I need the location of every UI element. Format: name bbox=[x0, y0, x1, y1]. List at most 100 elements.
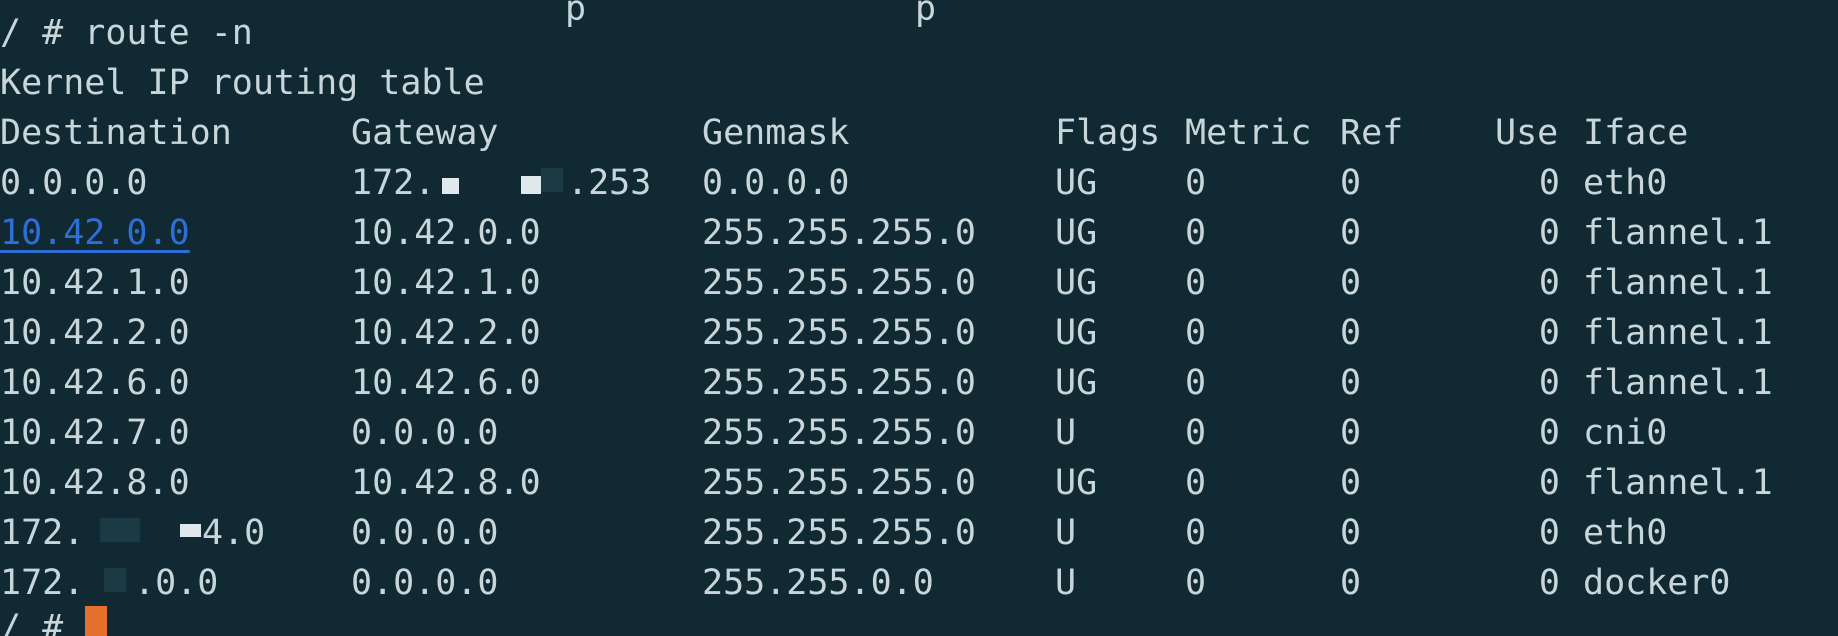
route-genmask: 255.255.255.0 bbox=[702, 513, 976, 553]
redaction-mark bbox=[180, 524, 201, 537]
route-gateway: 0.0.0.0 bbox=[351, 413, 499, 453]
route-genmask: 255.255.255.0 bbox=[702, 313, 976, 353]
route-genmask: 255.255.255.0 bbox=[702, 413, 976, 453]
route-flags: UG bbox=[1055, 213, 1098, 253]
route-gateway: 10.42.6.0 bbox=[351, 363, 541, 403]
route-flags: UG bbox=[1055, 313, 1098, 353]
route-ref: 0 bbox=[1340, 263, 1362, 303]
route-genmask: 255.255.255.0 bbox=[702, 263, 976, 303]
route-genmask: 255.255.255.0 bbox=[702, 213, 976, 253]
route-flags: U bbox=[1055, 563, 1077, 603]
route-gateway-suffix: .253 bbox=[567, 163, 652, 203]
route-gateway: 10.42.0.0 bbox=[351, 213, 541, 253]
route-row: 10.42.8.0 10.42.8.0 255.255.255.0 UG 0 0… bbox=[0, 458, 1773, 508]
route-gateway: 10.42.8.0 bbox=[351, 463, 541, 503]
redaction-mark bbox=[442, 178, 459, 194]
route-row: 10.42.7.0 0.0.0.0 255.255.255.0 U 0 0 0 … bbox=[0, 408, 1667, 458]
route-use: 0 bbox=[1538, 413, 1560, 453]
route-ref: 0 bbox=[1340, 313, 1362, 353]
header-iface: Iface bbox=[1583, 113, 1689, 153]
route-destination: 10.42.2.0 bbox=[0, 313, 190, 353]
route-destination-link[interactable]: 10.42.0.0 bbox=[0, 208, 190, 258]
table-header-row: Destination Gateway Genmask Flags Metric… bbox=[0, 108, 1688, 158]
route-iface: cni0 bbox=[1583, 413, 1668, 453]
route-iface: docker0 bbox=[1583, 563, 1731, 603]
redaction-mark bbox=[521, 176, 541, 194]
header-metric: Metric bbox=[1185, 113, 1312, 153]
route-metric: 0 bbox=[1185, 463, 1207, 503]
route-metric: 0 bbox=[1185, 263, 1207, 303]
route-gateway: 10.42.1.0 bbox=[351, 263, 541, 303]
route-iface: flannel.1 bbox=[1583, 313, 1773, 353]
route-flags: UG bbox=[1055, 263, 1098, 303]
route-use: 0 bbox=[1538, 363, 1560, 403]
route-destination: 10.42.1.0 bbox=[0, 263, 190, 303]
route-flags: U bbox=[1055, 513, 1077, 553]
route-use: 0 bbox=[1538, 163, 1560, 203]
header-gateway: Gateway bbox=[351, 113, 499, 153]
route-genmask: 255.255.255.0 bbox=[702, 363, 976, 403]
route-row: 10.42.2.0 10.42.2.0 255.255.255.0 UG 0 0… bbox=[0, 308, 1773, 358]
route-row: 172. .0.0 0.0.0.0 255.255.0.0 U 0 0 0 do… bbox=[0, 558, 1731, 608]
route-ref: 0 bbox=[1340, 463, 1362, 503]
route-use: 0 bbox=[1538, 563, 1560, 603]
route-metric: 0 bbox=[1185, 513, 1207, 553]
route-gateway: 10.42.2.0 bbox=[351, 313, 541, 353]
route-row: 0.0.0.0 172. .253 0.0.0.0 UG 0 0 0 eth0 bbox=[0, 158, 1667, 208]
route-iface: eth0 bbox=[1583, 513, 1668, 553]
route-metric: 0 bbox=[1185, 363, 1207, 403]
route-metric: 0 bbox=[1185, 313, 1207, 353]
header-flags: Flags bbox=[1055, 113, 1161, 153]
route-iface: flannel.1 bbox=[1583, 363, 1773, 403]
route-use: 0 bbox=[1538, 213, 1560, 253]
route-flags: UG bbox=[1055, 463, 1098, 503]
route-flags: U bbox=[1055, 413, 1077, 453]
route-destination: 10.42.7.0 bbox=[0, 413, 190, 453]
route-iface: eth0 bbox=[1583, 163, 1668, 203]
redaction-mark bbox=[100, 518, 140, 542]
route-destination-suffix: .0.0 bbox=[134, 563, 219, 603]
route-metric: 0 bbox=[1185, 213, 1207, 253]
route-destination-suffix: 4.0 bbox=[202, 513, 266, 553]
command-line: / # route -n bbox=[0, 8, 253, 58]
text-cursor bbox=[85, 606, 107, 636]
route-genmask: 255.255.0.0 bbox=[702, 563, 934, 603]
top-fragment-right: p bbox=[915, 0, 937, 29]
header-genmask: Genmask bbox=[702, 113, 850, 153]
command-text: / # route -n bbox=[0, 13, 253, 53]
route-metric: 0 bbox=[1185, 563, 1207, 603]
route-destination: 0.0.0.0 bbox=[0, 163, 148, 203]
route-ref: 0 bbox=[1340, 363, 1362, 403]
route-iface: flannel.1 bbox=[1583, 463, 1773, 503]
route-gateway: 0.0.0.0 bbox=[351, 563, 499, 603]
route-flags: UG bbox=[1055, 163, 1098, 203]
route-gateway-prefix: 172. bbox=[351, 163, 436, 203]
header-use: Use bbox=[1495, 113, 1559, 153]
redaction-mark bbox=[104, 568, 126, 592]
table-title-line: Kernel IP routing table bbox=[0, 58, 485, 108]
prompt-line: / # bbox=[0, 603, 84, 636]
route-row: 172. 4.0 0.0.0.0 255.255.255.0 U 0 0 0 e… bbox=[0, 508, 1667, 558]
route-ref: 0 bbox=[1340, 413, 1362, 453]
header-ref: Ref bbox=[1340, 113, 1404, 153]
terminal-window[interactable]: p p / # route -n Kernel IP routing table… bbox=[0, 0, 1838, 636]
route-use: 0 bbox=[1538, 513, 1560, 553]
route-destination-prefix: 172. bbox=[0, 513, 85, 553]
route-destination: 10.42.8.0 bbox=[0, 463, 190, 503]
route-ref: 0 bbox=[1340, 163, 1362, 203]
route-row: 10.42.1.0 10.42.1.0 255.255.255.0 UG 0 0… bbox=[0, 258, 1773, 308]
top-fragment-left: p bbox=[565, 0, 587, 29]
route-iface: flannel.1 bbox=[1583, 213, 1773, 253]
shell-prompt: / # bbox=[0, 608, 64, 636]
route-gateway: 0.0.0.0 bbox=[351, 513, 499, 553]
route-use: 0 bbox=[1538, 313, 1560, 353]
header-destination: Destination bbox=[0, 113, 232, 153]
table-title: Kernel IP routing table bbox=[0, 63, 485, 103]
route-ref: 0 bbox=[1340, 563, 1362, 603]
route-ref: 0 bbox=[1340, 213, 1362, 253]
route-destination-prefix: 172. bbox=[0, 563, 85, 603]
route-destination: 10.42.6.0 bbox=[0, 363, 190, 403]
route-metric: 0 bbox=[1185, 413, 1207, 453]
route-ref: 0 bbox=[1340, 513, 1362, 553]
route-row: 10.42.6.0 10.42.6.0 255.255.255.0 UG 0 0… bbox=[0, 358, 1773, 408]
